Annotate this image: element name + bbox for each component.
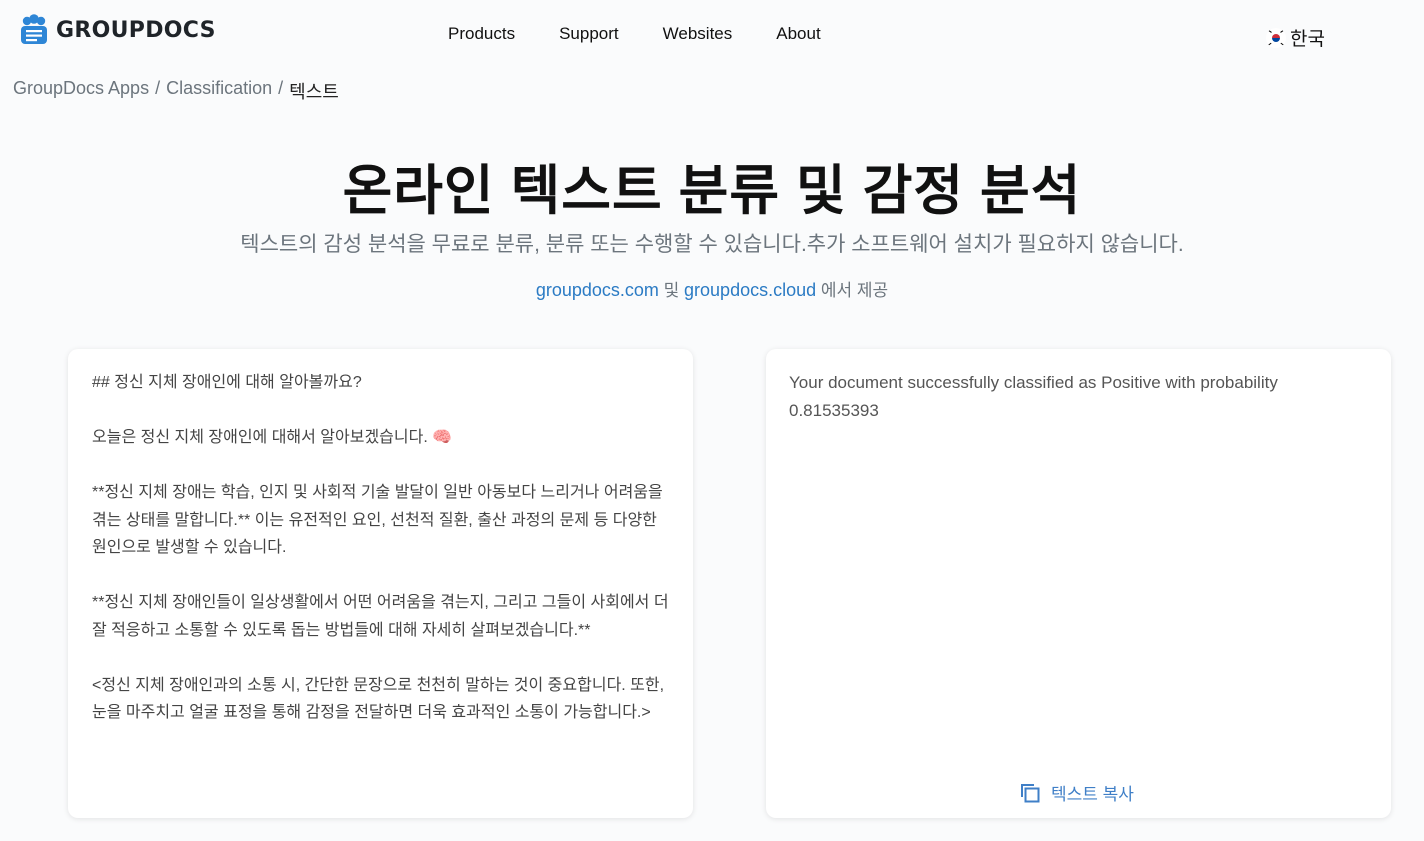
breadcrumb-separator: / (278, 78, 284, 98)
breadcrumb-groupdocs-apps[interactable]: GroupDocs Apps (13, 78, 149, 104)
main-nav: Products Support Websites About (448, 24, 865, 44)
nav-about[interactable]: About (776, 24, 820, 44)
breadcrumb: GroupDocs Apps / Classification / 텍스트 (13, 78, 339, 104)
language-selector[interactable]: 한국 (1266, 24, 1325, 51)
provided-and: 및 (663, 281, 680, 300)
input-text-area[interactable]: ## 정신 지체 장애인에 대해 알아볼까요? 오늘은 정신 지체 장애인에 대… (92, 369, 672, 727)
provided-by: groupdocs.com 및 groupdocs.cloud 에서 제공 (0, 276, 1424, 301)
page-title: 온라인 텍스트 분류 및 감정 분석 (342, 161, 1082, 221)
korea-flag-icon (1266, 27, 1286, 48)
copy-icon (1021, 783, 1040, 802)
provided-suffix: 에서 제공 (820, 281, 889, 300)
nav-websites[interactable]: Websites (663, 24, 733, 44)
nav-support[interactable]: Support (559, 24, 619, 44)
breadcrumb-classification[interactable]: Classification (166, 78, 272, 104)
groupdocs-com-link[interactable]: groupdocs.com (536, 280, 659, 300)
header: GROUPDOCS Products Support Websites Abou… (0, 0, 1424, 70)
groupdocs-logo-icon (21, 14, 47, 44)
logo-text: GROUPDOCS (56, 17, 216, 43)
groupdocs-logo[interactable]: GROUPDOCS (18, 14, 216, 46)
breadcrumb-current: 텍스트 (289, 82, 339, 102)
input-panel: ## 정신 지체 장애인에 대해 알아볼까요? 오늘은 정신 지체 장애인에 대… (68, 349, 693, 818)
copy-text-button[interactable]: 텍스트 복사 (1019, 780, 1134, 805)
breadcrumb-separator: / (155, 78, 161, 98)
language-label: 한국 (1290, 29, 1325, 50)
result-panel: Your document successfully classified as… (766, 349, 1391, 818)
classification-result: Your document successfully classified as… (789, 373, 1278, 420)
groupdocs-cloud-link[interactable]: groupdocs.cloud (684, 280, 816, 300)
copy-text-label: 텍스트 복사 (1051, 785, 1134, 804)
page-subtitle: 텍스트의 감성 분석을 무료로 분류, 분류 또는 수행할 수 있습니다.추가 … (240, 233, 1184, 256)
nav-products[interactable]: Products (448, 24, 515, 44)
